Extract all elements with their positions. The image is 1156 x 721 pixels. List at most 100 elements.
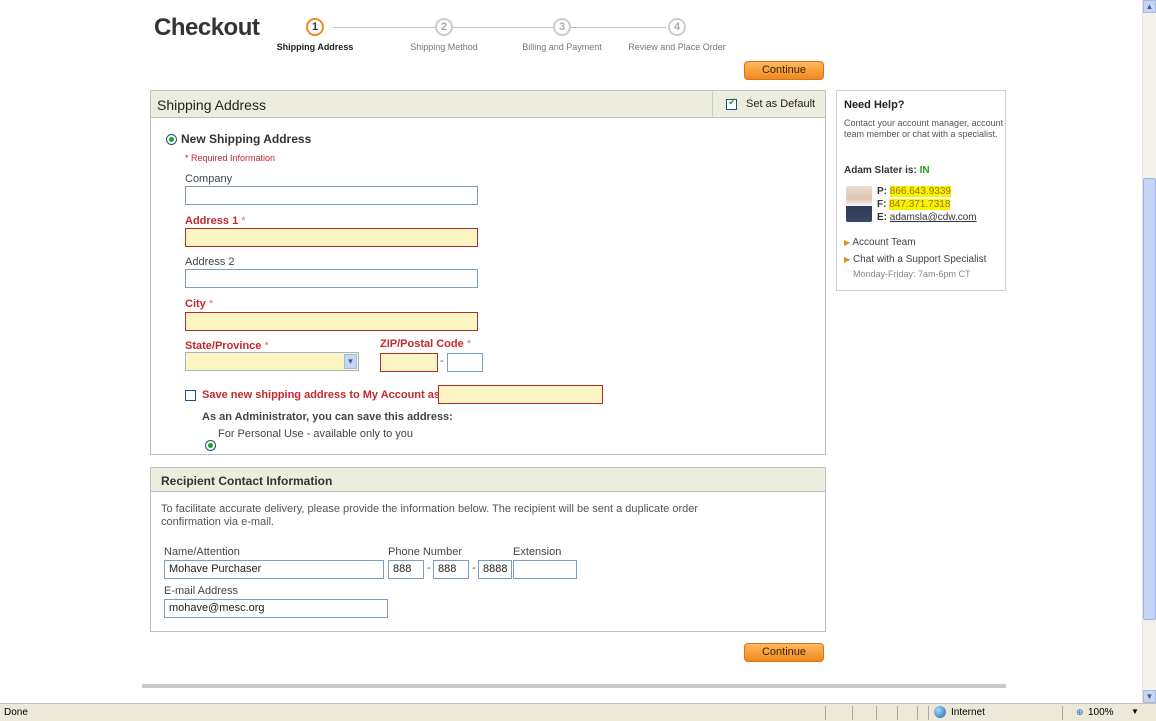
- set-default-label: Set as Default: [746, 98, 816, 110]
- status-separator: [1062, 706, 1063, 720]
- fax-number[interactable]: 847.371.7318: [889, 199, 951, 210]
- arrow-right-icon: ▶: [844, 255, 851, 264]
- email-row: E: adamsla@cdw.com: [877, 211, 977, 224]
- address2-input[interactable]: [185, 269, 478, 288]
- chevron-down-icon[interactable]: ▼: [344, 354, 357, 369]
- status-separator: [852, 706, 853, 720]
- phone-row: P: 866.643.9339: [877, 185, 977, 198]
- step-4-circle[interactable]: 4: [668, 18, 686, 36]
- state-required-star: *: [264, 340, 269, 352]
- page-title: Checkout: [154, 14, 260, 41]
- zip-input[interactable]: [380, 353, 438, 372]
- checkmark-icon: ✓: [728, 97, 737, 108]
- contact-details: P: 866.643.9339 F: 847.371.7318 E: adams…: [877, 185, 977, 224]
- step-3-label[interactable]: Billing and Payment: [508, 42, 616, 52]
- account-team-link-label: Account Team: [852, 237, 916, 248]
- scroll-down-icon[interactable]: ▼: [1143, 690, 1156, 703]
- zoom-dropdown-icon[interactable]: ▼: [1131, 707, 1139, 716]
- shipping-address-title: Shipping Address: [157, 97, 266, 113]
- extension-input[interactable]: [513, 560, 577, 579]
- name-label: Name/Attention: [164, 546, 240, 558]
- recipient-description: To facilitate accurate delivery, please …: [161, 503, 699, 528]
- set-default-checkbox[interactable]: ✓: [726, 97, 737, 110]
- continue-button-top[interactable]: Continue: [744, 61, 824, 80]
- zip-label: ZIP/Postal Code *: [380, 338, 471, 350]
- scroll-up-icon[interactable]: ▲: [1143, 0, 1156, 13]
- phone-prefix-input[interactable]: 888: [433, 560, 469, 579]
- step-3-circle[interactable]: 3: [553, 18, 571, 36]
- email-link[interactable]: adamsla@cdw.com: [890, 212, 977, 223]
- zoom-icon: ⊕: [1076, 707, 1084, 717]
- address1-label: Address 1 *: [185, 215, 246, 227]
- state-label-text: State/Province: [185, 340, 262, 352]
- phone-area-input[interactable]: 888: [388, 560, 424, 579]
- address1-required-star: *: [241, 215, 246, 227]
- step-4-label[interactable]: Review and Place Order: [614, 42, 740, 52]
- zip-required-star: *: [466, 338, 472, 350]
- recipient-title: Recipient Contact Information: [161, 474, 333, 488]
- step-1-circle[interactable]: 1: [306, 18, 324, 36]
- company-input[interactable]: [185, 186, 478, 205]
- save-address-name-input[interactable]: [438, 385, 603, 404]
- phone-row-label: P:: [877, 186, 887, 197]
- address1-input[interactable]: [185, 228, 478, 247]
- shipping-address-header: Shipping Address ✓ Set as Default: [151, 91, 825, 118]
- status-separator: [928, 706, 929, 720]
- address2-label: Address 2: [185, 256, 235, 268]
- step-2-label[interactable]: Shipping Method: [391, 42, 497, 52]
- save-address-checkbox[interactable]: [185, 390, 196, 401]
- state-label: State/Province *: [185, 340, 269, 352]
- company-label: Company: [185, 173, 233, 185]
- status-in-badge: IN: [919, 165, 930, 176]
- fax-row: F: 847.371.7318: [877, 198, 977, 211]
- fax-row-label: F:: [877, 199, 887, 210]
- personal-use-label: For Personal Use - available only to you: [218, 428, 414, 440]
- status-separator: [825, 706, 826, 720]
- state-select[interactable]: ▼: [185, 352, 359, 371]
- step-2-circle[interactable]: 2: [435, 18, 453, 36]
- chat-specialist-link[interactable]: ▶ Chat with a Support Specialist: [844, 254, 986, 265]
- arrow-right-icon: ▶: [844, 238, 851, 247]
- personal-use-radio[interactable]: [205, 440, 216, 451]
- continue-button-bottom[interactable]: Continue: [744, 643, 824, 662]
- required-info-note: * Required Information: [185, 153, 276, 163]
- city-label: City *: [185, 298, 213, 310]
- browser-status-bar: Done Internet ⊕ 100% ▼: [0, 703, 1156, 721]
- account-team-link[interactable]: ▶ Account Team: [844, 237, 916, 248]
- new-address-radio[interactable]: [166, 134, 177, 145]
- need-help-text: Contact your account manager, account te…: [844, 118, 1004, 139]
- status-text: Done: [4, 707, 28, 718]
- recipient-panel: Recipient Contact Information To facilit…: [150, 467, 826, 632]
- name-input[interactable]: Mohave Purchaser: [164, 560, 384, 579]
- step-progress-line: [333, 27, 666, 28]
- email-input[interactable]: mohave@mesc.org: [164, 599, 388, 618]
- header-divider: [712, 91, 713, 117]
- bottom-divider: [142, 684, 1006, 688]
- zoom-level[interactable]: 100%: [1088, 707, 1114, 718]
- account-manager-status: Adam Slater is: IN: [844, 165, 930, 176]
- phone-dash-2: -: [472, 562, 476, 574]
- avatar: [846, 186, 872, 222]
- zip-dash: -: [440, 355, 444, 367]
- need-help-box: Need Help? Contact your account manager,…: [836, 90, 1006, 291]
- step-1-label[interactable]: Shipping Address: [262, 42, 368, 52]
- support-hours: Monday-Friday: 7am-6pm CT: [853, 269, 971, 279]
- chat-specialist-link-label: Chat with a Support Specialist: [852, 254, 987, 265]
- scrollbar-thumb[interactable]: [1143, 178, 1156, 620]
- zip-extension-input[interactable]: [447, 353, 483, 372]
- city-required-star: *: [208, 298, 214, 310]
- admin-note: As an Administrator, you can save this a…: [202, 411, 453, 423]
- new-address-label: New Shipping Address: [181, 132, 312, 146]
- email-row-label: E:: [877, 212, 887, 223]
- city-input[interactable]: [185, 312, 478, 331]
- security-zone-label: Internet: [951, 707, 985, 718]
- address1-label-text: Address 1: [185, 215, 239, 227]
- phone-line-input[interactable]: 8888: [478, 560, 512, 579]
- zip-label-text: ZIP/Postal Code: [380, 338, 464, 350]
- phone-number[interactable]: 866.643.9339: [889, 186, 951, 197]
- phone-label: Phone Number: [388, 546, 462, 558]
- phone-dash-1: -: [427, 562, 431, 574]
- status-separator: [876, 706, 877, 720]
- email-label: E-mail Address: [164, 585, 238, 597]
- recipient-header: Recipient Contact Information: [151, 468, 825, 492]
